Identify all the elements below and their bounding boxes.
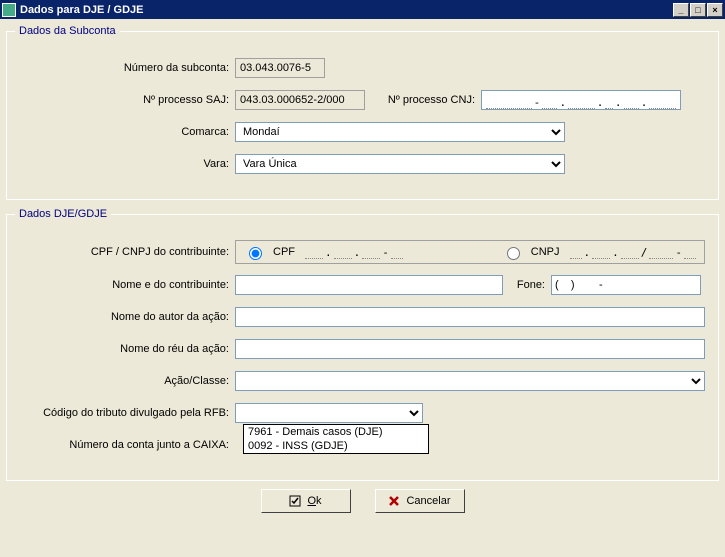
autor-input[interactable]: [235, 307, 705, 327]
group-dje: Dados DJE/GDJE CPF / CNPJ do contribuint…: [6, 208, 719, 481]
vara-label: Vara:: [15, 158, 235, 170]
vara-select[interactable]: Vara Única: [235, 154, 565, 174]
proc-cnj-input[interactable]: - . . . .: [481, 90, 681, 110]
group-subconta-legend: Dados da Subconta: [15, 25, 120, 37]
cancel-button[interactable]: Cancelar: [375, 489, 465, 513]
acao-label: Ação/Classe:: [15, 375, 235, 387]
cpfcnpj-label: CPF / CNPJ do contribuinte:: [15, 246, 235, 258]
tributo-option[interactable]: 0092 - INSS (GDJE): [244, 439, 428, 453]
proc-saj-label: Nº processo SAJ:: [15, 94, 235, 106]
numero-subconta-label: Número da subconta:: [15, 62, 235, 74]
group-subconta: Dados da Subconta Número da subconta: 03…: [6, 25, 719, 200]
ok-button[interactable]: Ok: [261, 489, 351, 513]
fone-label: Fone:: [511, 279, 551, 291]
cpf-radio-label: CPF: [273, 246, 295, 258]
tributo-select[interactable]: [235, 403, 423, 423]
tributo-option[interactable]: 7961 - Demais casos (DJE): [244, 425, 428, 439]
client-area: Dados da Subconta Número da subconta: 03…: [0, 19, 725, 519]
acao-select[interactable]: [235, 371, 705, 391]
proc-saj-value: 043.03.000652-2/000: [235, 90, 365, 110]
fone-input[interactable]: [551, 275, 701, 295]
ok-button-accel: O: [307, 495, 316, 507]
comarca-select[interactable]: Mondaí: [235, 122, 565, 142]
cancel-button-label: Cancelar: [406, 495, 450, 507]
proc-cnj-label: Nº processo CNJ:: [371, 94, 481, 106]
close-button[interactable]: ×: [707, 3, 723, 17]
cnpj-radio-label: CNPJ: [531, 246, 560, 258]
cnpj-radio[interactable]: [507, 247, 520, 260]
autor-label: Nome do autor da ação:: [15, 311, 235, 323]
window-title: Dados para DJE / GDJE: [20, 4, 673, 16]
tributo-dropdown-list[interactable]: 7961 - Demais casos (DJE) 0092 - INSS (G…: [243, 424, 429, 454]
nome-contrib-input[interactable]: [235, 275, 503, 295]
caixa-label: Número da conta junto a CAIXA:: [15, 439, 235, 451]
minimize-button[interactable]: _: [673, 3, 689, 17]
check-icon: [289, 495, 301, 507]
reu-label: Nome do réu da ação:: [15, 343, 235, 355]
group-dje-legend: Dados DJE/GDJE: [15, 208, 111, 220]
button-bar: Ok Cancelar: [6, 489, 719, 513]
tributo-label: Código do tributo divulgado pela RFB:: [15, 407, 235, 419]
maximize-button[interactable]: □: [690, 3, 706, 17]
app-icon: [2, 3, 16, 17]
close-icon: [388, 495, 400, 507]
comarca-label: Comarca:: [15, 126, 235, 138]
nome-contrib-label: Nome e do contribuinte:: [15, 279, 235, 291]
reu-input[interactable]: [235, 339, 705, 359]
cpf-radio[interactable]: [249, 247, 262, 260]
ok-button-label-rest: k: [316, 495, 322, 507]
numero-subconta-value: 03.043.0076-5: [235, 58, 325, 78]
title-bar: Dados para DJE / GDJE _ □ ×: [0, 0, 725, 19]
